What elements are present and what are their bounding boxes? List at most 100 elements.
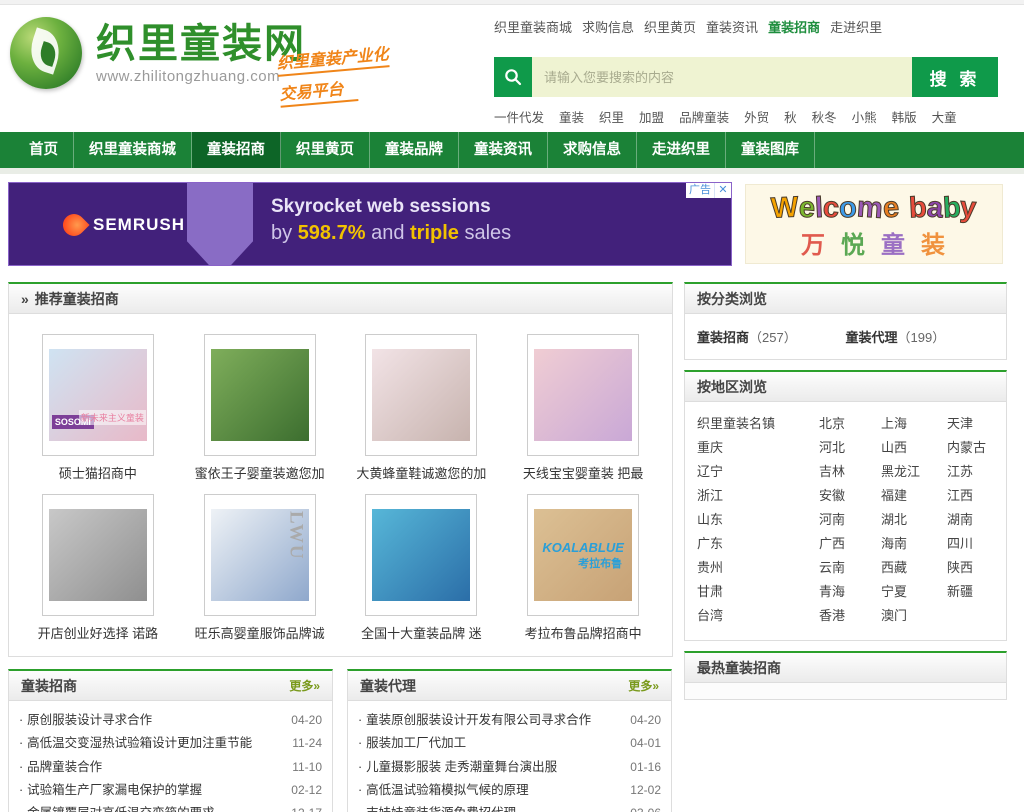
topnav-item-buy-info[interactable]: 求购信息 <box>582 17 634 36</box>
region-link[interactable]: 黑龙江 <box>881 460 943 484</box>
region-link[interactable]: 云南 <box>819 556 863 580</box>
region-link[interactable]: 江苏 <box>947 460 994 484</box>
region-link[interactable]: 青海 <box>819 580 863 604</box>
list-item[interactable]: ·高低温试验箱模拟气候的原理12-02 <box>358 779 661 802</box>
region-link[interactable]: 台湾 <box>697 604 819 628</box>
topnav-item-about-zhili[interactable]: 走进织里 <box>830 17 882 36</box>
keyword-link[interactable]: 秋 <box>784 107 797 126</box>
nav-item-mall[interactable]: 织里童装商城 <box>74 132 192 168</box>
nav-item-brands[interactable]: 童装品牌 <box>370 132 459 168</box>
merchant-card[interactable]: LWU 旺乐高婴童服饰品牌诚 <box>179 494 341 642</box>
merchant-card[interactable]: SOSOMi 新未来主义童装 硕士猫招商中 <box>17 334 179 482</box>
region-link[interactable]: 山西 <box>881 436 943 460</box>
region-link[interactable] <box>947 604 994 628</box>
merchant-title[interactable]: 旺乐高婴童服饰品牌诚 <box>179 623 341 642</box>
region-link[interactable]: 福建 <box>881 484 943 508</box>
region-link[interactable]: 上海 <box>881 412 943 436</box>
region-link[interactable]: 吉林 <box>819 460 863 484</box>
region-link[interactable]: 湖北 <box>881 508 943 532</box>
region-link[interactable]: 河北 <box>819 436 863 460</box>
region-link[interactable]: 北京 <box>819 412 863 436</box>
region-link[interactable]: 广西 <box>819 532 863 556</box>
list-item[interactable]: ·服装加工厂代加工04-01 <box>358 732 661 755</box>
category-link-merchants[interactable]: 童装招商（257） <box>697 327 846 346</box>
nav-item-news[interactable]: 童装资讯 <box>459 132 548 168</box>
region-link[interactable]: 重庆 <box>697 436 819 460</box>
list-item[interactable]: ·试验箱生产厂家漏电保护的掌握02-12 <box>19 779 322 802</box>
keyword-link[interactable]: 一件代发 <box>494 107 544 126</box>
search-input[interactable] <box>532 57 912 97</box>
region-link[interactable]: 广东 <box>697 532 819 556</box>
merchant-card[interactable]: 开店创业好选择 诺路 <box>17 494 179 642</box>
region-link[interactable]: 江西 <box>947 484 994 508</box>
region-link[interactable]: 西藏 <box>881 556 943 580</box>
list-item[interactable]: ·童装原创服装设计开发有限公司寻求合作04-20 <box>358 709 661 732</box>
keyword-link[interactable]: 品牌童装 <box>679 107 729 126</box>
merchant-card[interactable]: 全国十大童装品牌 迷 <box>341 494 503 642</box>
more-link[interactable]: 更多» <box>289 677 320 694</box>
nav-item-merchants[interactable]: 童装招商 <box>192 132 281 168</box>
region-link[interactable]: 宁夏 <box>881 580 943 604</box>
region-link[interactable]: 山东 <box>697 508 819 532</box>
search-icon[interactable] <box>494 57 532 97</box>
nav-item-about-zhili[interactable]: 走进织里 <box>637 132 726 168</box>
search-button[interactable]: 搜 索 <box>912 57 998 97</box>
region-link[interactable]: 海南 <box>881 532 943 556</box>
keyword-link[interactable]: 小熊 <box>852 107 877 126</box>
region-link[interactable]: 澳门 <box>881 604 943 628</box>
nav-item-gallery[interactable]: 童装图库 <box>726 132 815 168</box>
region-link[interactable]: 贵州 <box>697 556 819 580</box>
keyword-link[interactable]: 大童 <box>932 107 957 126</box>
region-link[interactable]: 甘肃 <box>697 580 819 604</box>
list-item[interactable]: ·高低温交变湿热试验箱设计更加注重节能11-24 <box>19 732 322 755</box>
merchant-card[interactable]: 蜜依王子婴童装邀您加 <box>179 334 341 482</box>
region-link[interactable]: 辽宁 <box>697 460 819 484</box>
region-link[interactable]: 新疆 <box>947 580 994 604</box>
region-link[interactable]: 四川 <box>947 532 994 556</box>
region-link[interactable]: 天津 <box>947 412 994 436</box>
merchant-title[interactable]: 大黄蜂童鞋诚邀您的加 <box>341 463 503 482</box>
keyword-link[interactable]: 织里 <box>599 107 624 126</box>
merchant-title[interactable]: 蜜依王子婴童装邀您加 <box>179 463 341 482</box>
topnav-item-merchants[interactable]: 童装招商 <box>768 17 820 36</box>
region-link[interactable]: 内蒙古 <box>947 436 994 460</box>
site-logo[interactable]: 织里童装网 www.zhilitongzhuang.com <box>10 17 306 89</box>
merchant-card[interactable]: KOALABLUE 考拉布鲁 考拉布鲁品牌招商中 <box>502 494 664 642</box>
ad-info-label[interactable]: 广告 <box>686 183 714 198</box>
list-item[interactable]: ·儿童摄影服装 走秀潮童舞台演出服01-16 <box>358 756 661 779</box>
list-item[interactable]: ·品牌童装合作11-10 <box>19 756 322 779</box>
keyword-link[interactable]: 外贸 <box>744 107 769 126</box>
topnav-item-mall[interactable]: 织里童装商城 <box>494 17 572 36</box>
nav-item-buy-info[interactable]: 求购信息 <box>548 132 637 168</box>
region-link[interactable]: 织里童装名镇 <box>697 412 819 436</box>
keyword-link[interactable]: 韩版 <box>892 107 917 126</box>
keyword-link[interactable]: 秋冬 <box>812 107 837 126</box>
nav-item-home[interactable]: 首页 <box>14 132 74 168</box>
region-link[interactable]: 浙江 <box>697 484 819 508</box>
topnav-item-yellow-pages[interactable]: 织里黄页 <box>644 17 696 36</box>
wanyue-ad-banner[interactable]: Welcomebaby 万悦童装 <box>745 184 1003 264</box>
more-link[interactable]: 更多» <box>628 677 659 694</box>
topnav-item-news[interactable]: 童装资讯 <box>706 17 758 36</box>
keyword-link[interactable]: 童装 <box>559 107 584 126</box>
region-link[interactable]: 香港 <box>819 604 863 628</box>
merchant-card[interactable]: 天线宝宝婴童装 把最 <box>502 334 664 482</box>
list-item[interactable]: ·金属镀覆层对高低温交变箱的要求12-17 <box>19 802 322 812</box>
region-link[interactable]: 河南 <box>819 508 863 532</box>
region-link[interactable]: 安徽 <box>819 484 863 508</box>
region-link[interactable]: 湖南 <box>947 508 994 532</box>
merchant-title[interactable]: 全国十大童装品牌 迷 <box>341 623 503 642</box>
merchant-title[interactable]: 硕士猫招商中 <box>17 463 179 482</box>
merchant-title[interactable]: 天线宝宝婴童装 把最 <box>502 463 664 482</box>
merchant-title[interactable]: 开店创业好选择 诺路 <box>17 623 179 642</box>
merchant-card[interactable]: 大黄蜂童鞋诚邀您的加 <box>341 334 503 482</box>
ad-close-icon[interactable]: ✕ <box>714 183 731 198</box>
nav-item-yellow-pages[interactable]: 织里黄页 <box>281 132 370 168</box>
merchant-title[interactable]: 考拉布鲁品牌招商中 <box>502 623 664 642</box>
region-link[interactable]: 陕西 <box>947 556 994 580</box>
category-link-agents[interactable]: 童装代理（199） <box>846 327 995 346</box>
list-item[interactable]: ·吉娃娃童装货源免费招代理03-06 <box>358 802 661 812</box>
keyword-link[interactable]: 加盟 <box>639 107 664 126</box>
list-item[interactable]: ·原创服装设计寻求合作04-20 <box>19 709 322 732</box>
semrush-ad-banner[interactable]: SEMRUSH Skyrocket web sessions by 598.7%… <box>8 182 732 266</box>
